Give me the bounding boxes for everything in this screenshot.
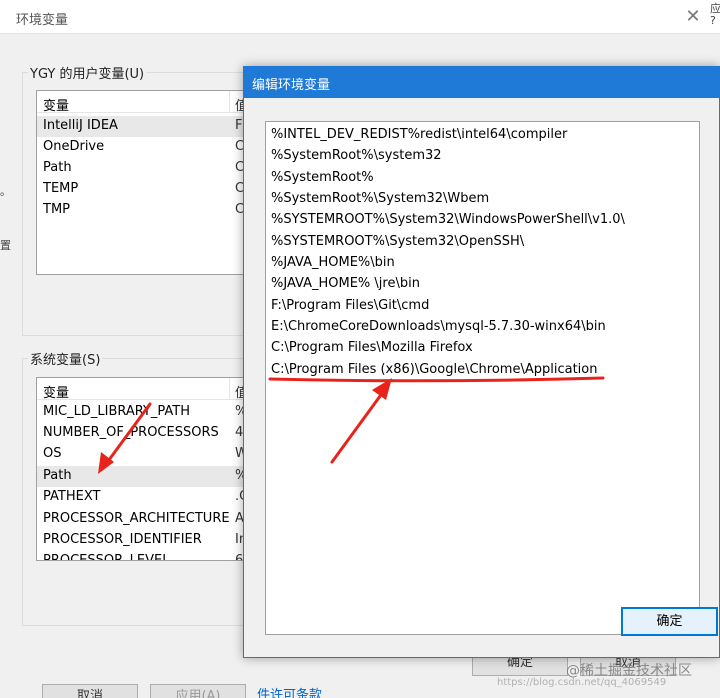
path-text: E:\ChromeCoreDownloads\mysql-5.7.30-winx…	[271, 319, 606, 334]
column-separator[interactable]	[229, 378, 230, 400]
dialog-titlebar[interactable]: 编辑环境变量	[244, 67, 719, 98]
path-item[interactable]: %SYSTEMROOT%\System32\WindowsPowerShell\…	[266, 210, 699, 231]
path-item[interactable]: %SystemRoot%	[266, 168, 699, 189]
variable-name: PROCESSOR_LEVEL	[43, 553, 170, 561]
list-item[interactable]: Path C	[37, 158, 261, 179]
variable-name: OneDrive	[43, 139, 105, 154]
variable-name: IntelliJ IDEA	[43, 118, 118, 133]
list-item[interactable]: MIC_LD_LIBRARY_PATH %	[37, 402, 261, 423]
license-link[interactable]: 件许可条款	[257, 684, 322, 698]
list-item[interactable]: OS W	[37, 444, 261, 465]
path-text: %SYSTEMROOT%\System32\WindowsPowerShell\…	[271, 212, 625, 227]
list-item[interactable]: PATHEXT .C	[37, 487, 261, 508]
path-text: %SystemRoot%\System32\Wbem	[271, 191, 490, 206]
window-titlebar: 环境变量 ✕	[0, 0, 720, 34]
column-separator[interactable]	[229, 91, 230, 113]
list-item[interactable]: OneDrive C	[37, 137, 261, 158]
watermark: @稀土掘金技术社区	[566, 663, 692, 679]
column-header-name[interactable]: 变量	[43, 382, 69, 401]
variable-name: Path	[43, 468, 72, 483]
variable-name: PROCESSOR_ARCHITECTURE	[43, 511, 230, 526]
list-item[interactable]: Path %	[37, 466, 261, 487]
list-header: 变量 值	[37, 378, 261, 401]
variable-name: PROCESSOR_IDENTIFIER	[43, 532, 202, 547]
variable-name: MIC_LD_LIBRARY_PATH	[43, 404, 191, 419]
path-item[interactable]: %SystemRoot%\system32	[266, 146, 699, 167]
path-text: %SYSTEMROOT%\System32\OpenSSH\	[271, 234, 525, 249]
list-item[interactable]: PROCESSOR_LEVEL 6	[37, 551, 261, 561]
system-variables-list[interactable]: 变量 值 MIC_LD_LIBRARY_PATH % NUMBER_OF_PRO…	[36, 377, 262, 561]
path-item[interactable]: %JAVA_HOME%\bin	[266, 253, 699, 274]
list-header: 变量 值	[37, 91, 261, 114]
outer-cancel-button[interactable]: 取消	[42, 684, 138, 698]
variable-name: PATHEXT	[43, 489, 101, 504]
list-item[interactable]: PROCESSOR_IDENTIFIER In	[37, 530, 261, 551]
path-item[interactable]: %INTEL_DEV_REDIST%redist\intel64\compile…	[266, 125, 699, 146]
edge-text-2: ?	[710, 14, 716, 27]
window-title: 环境变量	[16, 13, 69, 28]
list-item[interactable]: PROCESSOR_ARCHITECTURE A	[37, 509, 261, 530]
ok-button[interactable]: 确定	[621, 607, 718, 636]
list-item[interactable]: TMP C	[37, 200, 261, 221]
path-item[interactable]: %SystemRoot%\System32\Wbem	[266, 189, 699, 210]
left-fragment-2: 置	[0, 239, 11, 252]
variable-name: OS	[43, 446, 62, 461]
path-list[interactable]: %INTEL_DEV_REDIST%redist\intel64\compile…	[265, 121, 700, 635]
path-text: %JAVA_HOME%\bin	[271, 255, 395, 270]
column-header-name[interactable]: 变量	[43, 95, 69, 114]
list-item[interactable]: TEMP C	[37, 179, 261, 200]
path-item[interactable]: %SYSTEMROOT%\System32\OpenSSH\	[266, 232, 699, 253]
path-text: C:\Program Files\Mozilla Firefox	[271, 340, 473, 355]
dialog-title: 编辑环境变量	[252, 78, 331, 93]
user-variables-list[interactable]: 变量 值 IntelliJ IDEA F OneDrive C Path C T…	[36, 90, 262, 275]
outer-apply-button[interactable]: 应用(A)	[150, 684, 246, 698]
variable-value: F	[235, 118, 243, 133]
path-text: %SystemRoot%\system32	[271, 148, 442, 163]
edit-environment-variable-dialog: 编辑环境变量 %INTEL_DEV_REDIST%redist\intel64\…	[243, 66, 720, 658]
path-item[interactable]: F:\Program Files\Git\cmd	[266, 296, 699, 317]
path-item-chrome[interactable]: C:\Program Files (x86)\Google\Chrome\App…	[266, 360, 699, 381]
variable-name: TEMP	[43, 181, 79, 196]
user-variables-label: YGY 的用户变量(U)	[28, 63, 147, 82]
path-text: C:\Program Files (x86)\Google\Chrome\App…	[271, 362, 598, 377]
path-item[interactable]: E:\ChromeCoreDownloads\mysql-5.7.30-winx…	[266, 317, 699, 338]
list-item[interactable]: IntelliJ IDEA F	[37, 116, 261, 137]
close-icon[interactable]: ✕	[682, 6, 704, 28]
system-variables-label: 系统变量(S)	[28, 349, 103, 368]
path-text: %JAVA_HOME% \jre\bin	[271, 276, 420, 291]
path-text: F:\Program Files\Git\cmd	[271, 298, 430, 313]
list-item[interactable]: NUMBER_OF_PROCESSORS 4	[37, 423, 261, 444]
path-text: %SystemRoot%	[271, 170, 374, 185]
path-item[interactable]: C:\Program Files\Mozilla Firefox	[266, 338, 699, 359]
left-fragment-1: 。	[0, 185, 11, 198]
path-text: %INTEL_DEV_REDIST%redist\intel64\compile…	[271, 127, 568, 142]
variable-name: Path	[43, 160, 72, 175]
edge-text: 应 ?	[710, 3, 720, 27]
variable-name: NUMBER_OF_PROCESSORS	[43, 425, 219, 440]
variable-name: TMP	[43, 202, 70, 217]
path-item[interactable]: %JAVA_HOME% \jre\bin	[266, 274, 699, 295]
